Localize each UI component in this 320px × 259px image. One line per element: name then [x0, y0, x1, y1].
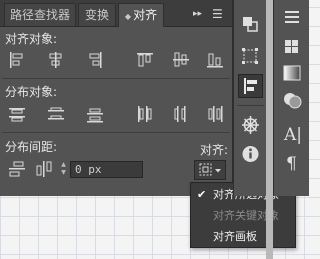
stepper-up-icon[interactable]: ▲	[58, 161, 69, 169]
horizontal-distribute-space-icon	[36, 161, 52, 177]
tab-transform-label: 变换	[84, 8, 109, 22]
align-to-label: 对齐:	[200, 143, 229, 157]
vertical-align-top-icon	[137, 53, 153, 67]
align-icon	[244, 78, 257, 94]
vertical-distribute-top-button[interactable]	[6, 104, 28, 124]
swatches-icon	[285, 40, 298, 53]
transparency-panel-button[interactable]	[280, 89, 304, 111]
tab-chevron-icon[interactable]: ◆	[125, 12, 131, 21]
section-divider	[2, 78, 230, 79]
spacing-stepper[interactable]: ▲ ▼	[58, 161, 69, 178]
paragraph-icon: ¶	[286, 154, 297, 174]
vertical-distribute-center-icon	[48, 107, 64, 120]
align-panel-button[interactable]	[238, 74, 263, 98]
info-panel-button[interactable]	[238, 142, 263, 166]
menu-item-align-artboard[interactable]: 对齐画板	[191, 226, 295, 247]
tab-transform[interactable]: 变换	[78, 3, 116, 26]
vertical-distribute-space-icon	[9, 161, 25, 177]
menu-item-label: 对齐画板	[213, 230, 257, 243]
vertical-align-bottom-icon	[207, 53, 223, 68]
right-strip-menu-button[interactable]	[280, 7, 304, 29]
menu-item-align-key-object: 对齐关键对象	[191, 205, 295, 226]
horizontal-distribute-space-button[interactable]	[34, 159, 56, 179]
vertical-distribute-bottom-icon	[87, 108, 103, 123]
section-divider	[2, 132, 230, 133]
transparency-icon	[284, 93, 302, 109]
pathfinder-icon	[243, 17, 258, 32]
panel-tab-bar: 路径查找器 变换 ◆ 对齐 ▸▸ ☰	[0, 0, 232, 27]
paragraph-panel-button[interactable]: ¶	[280, 154, 304, 176]
strip-divider	[237, 105, 264, 106]
align-to-selection-icon	[199, 163, 221, 176]
vertical-distribute-space-button[interactable]	[6, 159, 28, 179]
vertical-align-center-icon	[173, 52, 189, 67]
vertical-distribute-center-button[interactable]	[45, 104, 67, 124]
right-panel-strip: A| ¶	[273, 0, 309, 196]
panel-gutter	[266, 0, 273, 259]
gradient-panel-button[interactable]	[280, 62, 304, 84]
info-icon	[242, 146, 259, 162]
distribute-spacing-label: 分布间距:	[5, 140, 58, 154]
horizontal-distribute-left-button[interactable]	[134, 104, 156, 124]
swatches-panel-button[interactable]	[280, 36, 304, 58]
align-panel: 路径查找器 变换 ◆ 对齐 ▸▸ ☰ 对齐对象: 分布对象: 分布间距: ▲ ▼…	[0, 0, 233, 196]
horizontal-align-right-button[interactable]	[84, 50, 106, 70]
horizontal-distribute-center-icon	[174, 106, 186, 122]
vertical-align-bottom-button[interactable]	[204, 50, 226, 70]
horizontal-distribute-right-button[interactable]	[204, 104, 226, 124]
horizontal-distribute-center-button[interactable]	[170, 104, 192, 124]
expand-panel-icon[interactable]: ▸▸	[193, 5, 202, 23]
vertical-distribute-top-icon	[9, 108, 25, 122]
align-objects-label: 对齐对象:	[5, 32, 58, 46]
horizontal-align-right-icon	[89, 52, 102, 68]
horizontal-distribute-right-icon	[208, 106, 223, 122]
tab-pathfinder[interactable]: 路径查找器	[4, 3, 76, 26]
gradient-icon	[283, 65, 301, 81]
vertical-align-center-button[interactable]	[170, 50, 192, 70]
horizontal-align-left-button[interactable]	[6, 50, 28, 70]
pathfinder-panel-button[interactable]	[238, 12, 263, 36]
tab-align[interactable]: ◆ 对齐	[118, 3, 164, 27]
collapsed-panel-strip	[233, 0, 267, 196]
vertical-align-top-button[interactable]	[134, 50, 156, 70]
symbols-icon	[242, 116, 259, 134]
tab-align-label: 对齐	[133, 8, 158, 22]
distribute-objects-label: 分布对象:	[5, 85, 58, 99]
vertical-distribute-bottom-button[interactable]	[84, 104, 106, 124]
align-to-dropdown[interactable]	[194, 160, 226, 180]
horizontal-align-center-button[interactable]	[45, 50, 67, 70]
horizontal-distribute-left-icon	[138, 106, 152, 122]
tab-pathfinder-label: 路径查找器	[9, 8, 70, 22]
character-panel-button[interactable]: A|	[280, 125, 304, 147]
symbols-panel-button[interactable]	[238, 113, 263, 137]
horizontal-align-left-icon	[10, 52, 23, 68]
transform-icon	[242, 48, 258, 64]
character-icon: A|	[284, 125, 303, 145]
stepper-down-icon[interactable]: ▼	[58, 169, 69, 177]
panel-menu-icon[interactable]: ☰	[212, 5, 223, 23]
menu-lines-icon	[285, 11, 299, 23]
checkmark-icon: ✔	[197, 188, 207, 201]
distribute-spacing-input[interactable]: 0 px	[70, 161, 143, 178]
transform-panel-button[interactable]	[238, 44, 263, 68]
horizontal-align-center-icon	[49, 52, 62, 68]
